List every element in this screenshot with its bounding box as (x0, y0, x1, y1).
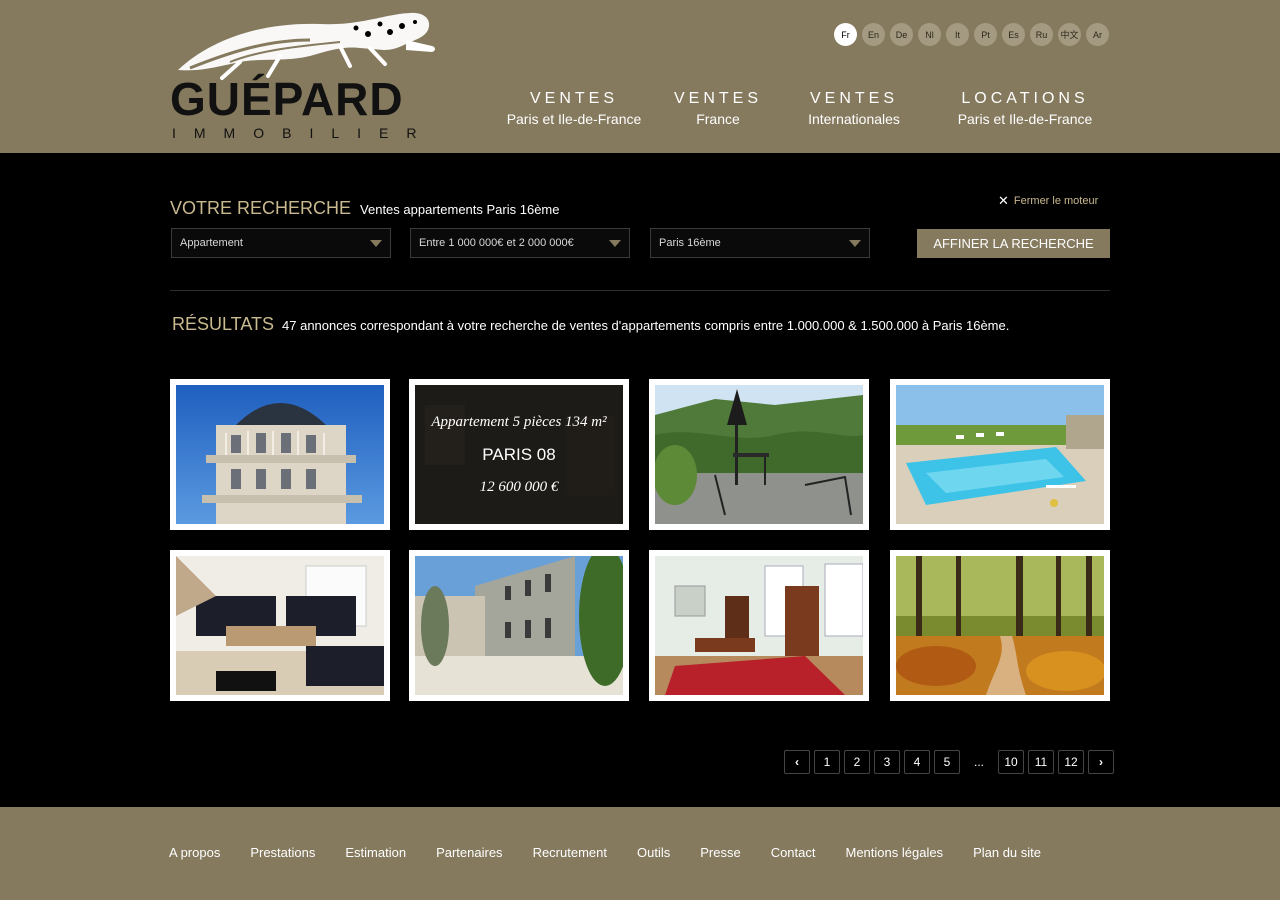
footer-link-contact[interactable]: Contact (771, 845, 816, 860)
pagination: ‹ 1 2 3 4 5 ... 10 11 12 › (784, 750, 1114, 774)
footer-link-plan-du-site[interactable]: Plan du site (973, 845, 1041, 860)
listing-card[interactable] (409, 550, 629, 701)
search-label: VOTRE RECHERCHE (170, 198, 352, 218)
nav-sub-label: France (696, 111, 740, 127)
footer-link-partenaires[interactable]: Partenaires (436, 845, 502, 860)
nav-ventes-france[interactable]: VENTES France (668, 90, 768, 127)
language-button[interactable]: En (862, 23, 885, 46)
nav-main-label: LOCATIONS (961, 90, 1089, 107)
chevron-down-icon (849, 240, 861, 247)
language-button[interactable]: Nl (918, 23, 941, 46)
nav-main-label: VENTES (809, 90, 898, 107)
close-search-button[interactable]: ✕ Fermer le moteur (998, 194, 1098, 207)
listing-title: Appartement 5 pièces 134 m² (431, 413, 607, 430)
language-button[interactable]: Es (1002, 23, 1025, 46)
nav-ventes-paris[interactable]: VENTES Paris et Ile-de-France (498, 90, 650, 127)
footer-link-prestations[interactable]: Prestations (250, 845, 315, 860)
language-button[interactable]: Ar (1086, 23, 1109, 46)
main-nav: VENTES Paris et Ile-de-France VENTES Fra… (0, 90, 1280, 135)
footer-link-presse[interactable]: Presse (700, 845, 740, 860)
page-button[interactable]: 4 (904, 750, 930, 774)
pool-garden-photo (896, 385, 1104, 524)
language-button[interactable]: 中文 (1058, 23, 1081, 46)
page-button[interactable]: 12 (1058, 750, 1084, 774)
results-summary: RÉSULTATS 47 annonces correspondant à vo… (172, 314, 1009, 335)
page-button[interactable]: 5 (934, 750, 960, 774)
language-switcher: Fr En De Nl It Pt Es Ru 中文 Ar (834, 23, 1109, 46)
listing-price: 12 600 000 € (479, 478, 559, 495)
search-value: Ventes appartements Paris 16ème (360, 202, 560, 217)
nav-sub-label: Paris et Ile-de-France (957, 111, 1093, 127)
search-summary: VOTRE RECHERCHE Ventes appartements Pari… (170, 198, 559, 219)
apartment-photo: Appartement 5 pièces 134 m² PARIS 08 12 … (415, 385, 623, 524)
footer-links: A propos Prestations Estimation Partenai… (169, 845, 1041, 860)
select-value: Appartement (180, 237, 243, 249)
footer-link-a-propos[interactable]: A propos (169, 845, 220, 860)
listing-card[interactable] (170, 550, 390, 701)
price-range-select[interactable]: Entre 1 000 000€ et 2 000 000€ (410, 228, 630, 258)
close-icon: ✕ (998, 193, 1009, 208)
site-footer: A propos Prestations Estimation Partenai… (0, 807, 1280, 900)
property-type-select[interactable]: Appartement (171, 228, 391, 258)
language-button[interactable]: It (946, 23, 969, 46)
nav-sub-label: Internationales (808, 111, 900, 127)
refine-search-button[interactable]: AFFINER LA RECHERCHE (917, 229, 1110, 258)
chevron-right-icon[interactable]: › (1088, 750, 1114, 774)
results-label: RÉSULTATS (172, 314, 275, 334)
listing-card[interactable] (649, 550, 869, 701)
listing-card[interactable] (890, 550, 1110, 701)
language-button[interactable]: Pt (974, 23, 997, 46)
footer-link-outils[interactable]: Outils (637, 845, 670, 860)
nav-ventes-internationales[interactable]: VENTES Internationales (798, 90, 910, 127)
chevron-down-icon (609, 240, 621, 247)
nav-main-label: VENTES (673, 90, 762, 107)
language-button[interactable]: Ru (1030, 23, 1053, 46)
footer-link-estimation[interactable]: Estimation (345, 845, 406, 860)
page-button[interactable]: 10 (998, 750, 1024, 774)
language-button[interactable]: De (890, 23, 913, 46)
select-value: Entre 1 000 000€ et 2 000 000€ (419, 237, 574, 249)
living-room-photo (176, 556, 384, 695)
stone-courtyard-photo (415, 556, 623, 695)
close-search-label: Fermer le moteur (1013, 194, 1099, 207)
footer-link-recrutement[interactable]: Recrutement (533, 845, 607, 860)
listing-card[interactable] (890, 379, 1110, 530)
pagination-ellipsis: ... (973, 755, 984, 769)
listing-card[interactable]: Appartement 5 pièces 134 m² PARIS 08 12 … (409, 379, 629, 530)
results-count-text: 47 annonces correspondant à votre recher… (282, 318, 1010, 333)
nav-sub-label: Paris et Ile-de-France (506, 111, 642, 127)
forest-path-photo (896, 556, 1104, 695)
site-header: GUÉPARD IMMOBILIER Fr En De Nl It Pt Es Ru 中文 Ar … (0, 0, 1280, 153)
select-value: Paris 16ème (659, 237, 721, 249)
terrace-mountain-photo (655, 385, 863, 524)
listing-overlay: Appartement 5 pièces 134 m² PARIS 08 12 … (415, 385, 623, 524)
antique-office-photo (655, 556, 863, 695)
page-button[interactable]: 1 (814, 750, 840, 774)
haussmann-building-photo (176, 385, 384, 524)
nav-locations-paris[interactable]: LOCATIONS Paris et Ile-de-France (946, 90, 1104, 127)
listing-location: PARIS 08 (482, 444, 556, 464)
page-button[interactable]: 2 (844, 750, 870, 774)
listing-card[interactable] (170, 379, 390, 530)
nav-main-label: VENTES (529, 90, 618, 107)
footer-link-mentions-legales[interactable]: Mentions légales (846, 845, 944, 860)
divider (170, 290, 1110, 291)
language-button[interactable]: Fr (834, 23, 857, 46)
page-button[interactable]: 3 (874, 750, 900, 774)
location-select[interactable]: Paris 16ème (650, 228, 870, 258)
listing-card[interactable] (649, 379, 869, 530)
chevron-left-icon[interactable]: ‹ (784, 750, 810, 774)
chevron-down-icon (370, 240, 382, 247)
page-button[interactable]: 11 (1028, 750, 1054, 774)
